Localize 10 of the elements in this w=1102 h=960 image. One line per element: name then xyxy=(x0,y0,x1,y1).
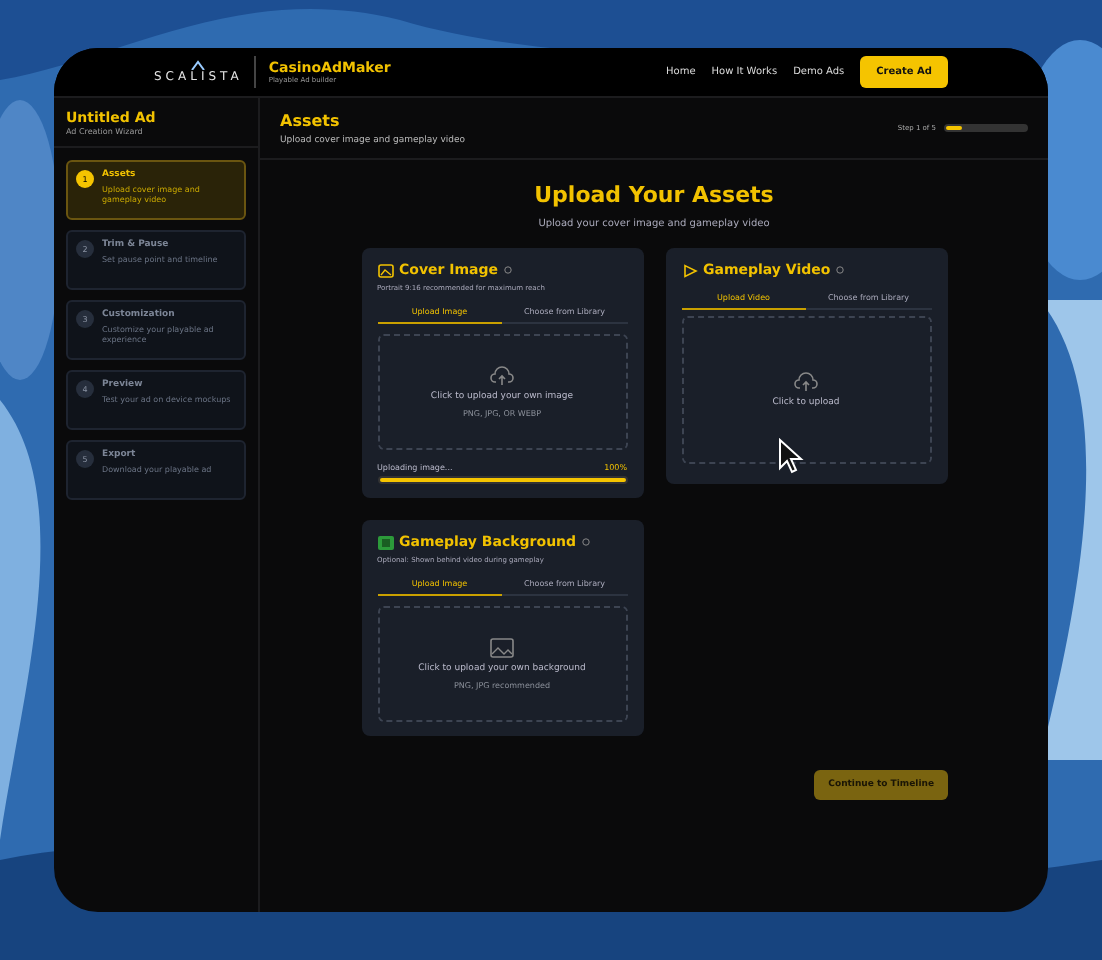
info-icon xyxy=(582,538,591,546)
section-heading: Upload Your Assets xyxy=(534,182,774,208)
cloud-upload-icon xyxy=(490,366,514,386)
info-icon xyxy=(504,266,513,274)
info-icon xyxy=(836,266,845,274)
cloud-upload-icon xyxy=(794,372,818,392)
logo-icon xyxy=(188,60,209,70)
cursor-icon xyxy=(778,438,804,476)
page-title: Assets xyxy=(280,111,342,129)
play-icon xyxy=(681,263,697,277)
